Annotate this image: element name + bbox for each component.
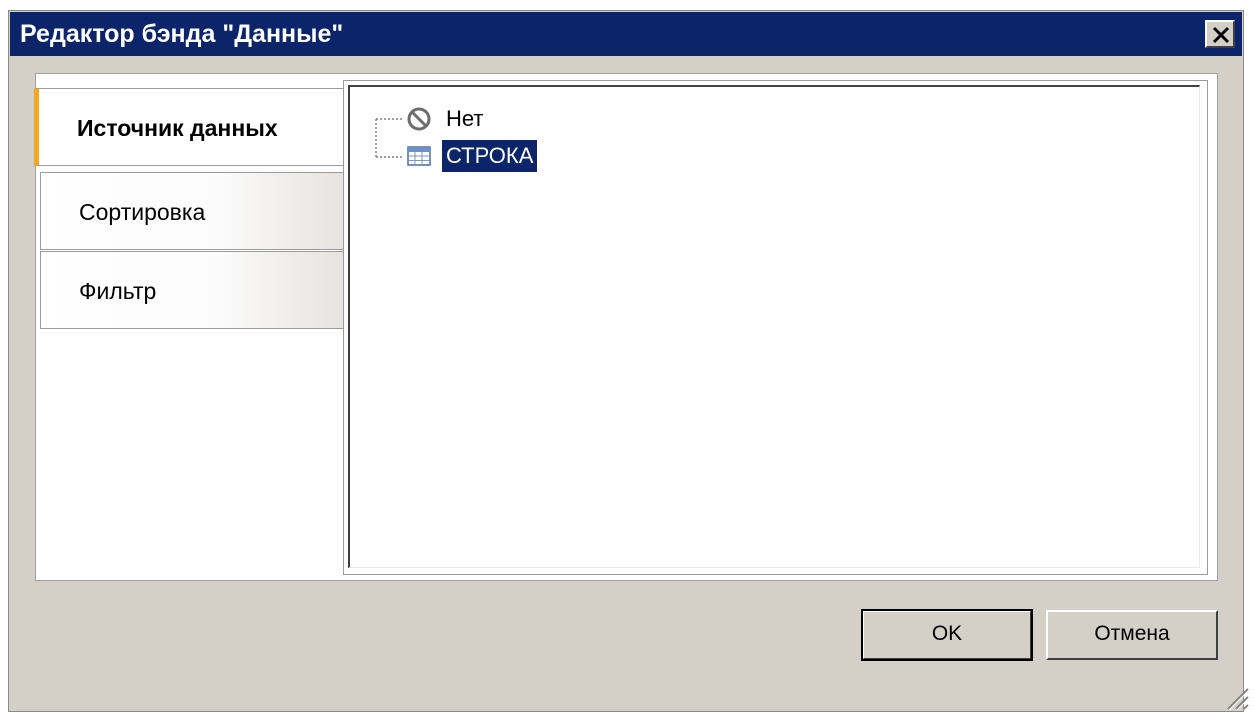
- tree-item-label: СТРОКА: [440, 139, 539, 173]
- tab-data-source[interactable]: Источник данных: [34, 88, 344, 166]
- tab-label: Сортировка: [79, 199, 206, 225]
- close-button[interactable]: [1205, 20, 1235, 48]
- data-source-tree[interactable]: Нет СТРОКА: [348, 85, 1200, 568]
- cancel-button[interactable]: Отмена: [1046, 610, 1218, 660]
- table-icon: [407, 146, 431, 166]
- tree-item-label: Нет: [446, 106, 484, 131]
- tree-item-none[interactable]: Нет: [406, 102, 487, 136]
- tab-sorting[interactable]: Сортировка: [40, 172, 343, 250]
- tree-item-row[interactable]: СТРОКА: [406, 139, 539, 173]
- title-bar[interactable]: Редактор бэнда "Данные": [10, 12, 1242, 56]
- no-symbol-icon: [407, 107, 431, 131]
- data-source-frame: Нет СТРОКА: [343, 80, 1208, 575]
- tab-label: Источник данных: [77, 115, 278, 141]
- ok-button[interactable]: OK: [861, 609, 1033, 661]
- close-icon: [1212, 26, 1230, 44]
- tab-filter[interactable]: Фильтр: [40, 251, 343, 329]
- tab-label: Фильтр: [79, 278, 157, 304]
- window-title: Редактор бэнда "Данные": [20, 20, 344, 48]
- resize-grip-icon[interactable]: [1220, 681, 1250, 711]
